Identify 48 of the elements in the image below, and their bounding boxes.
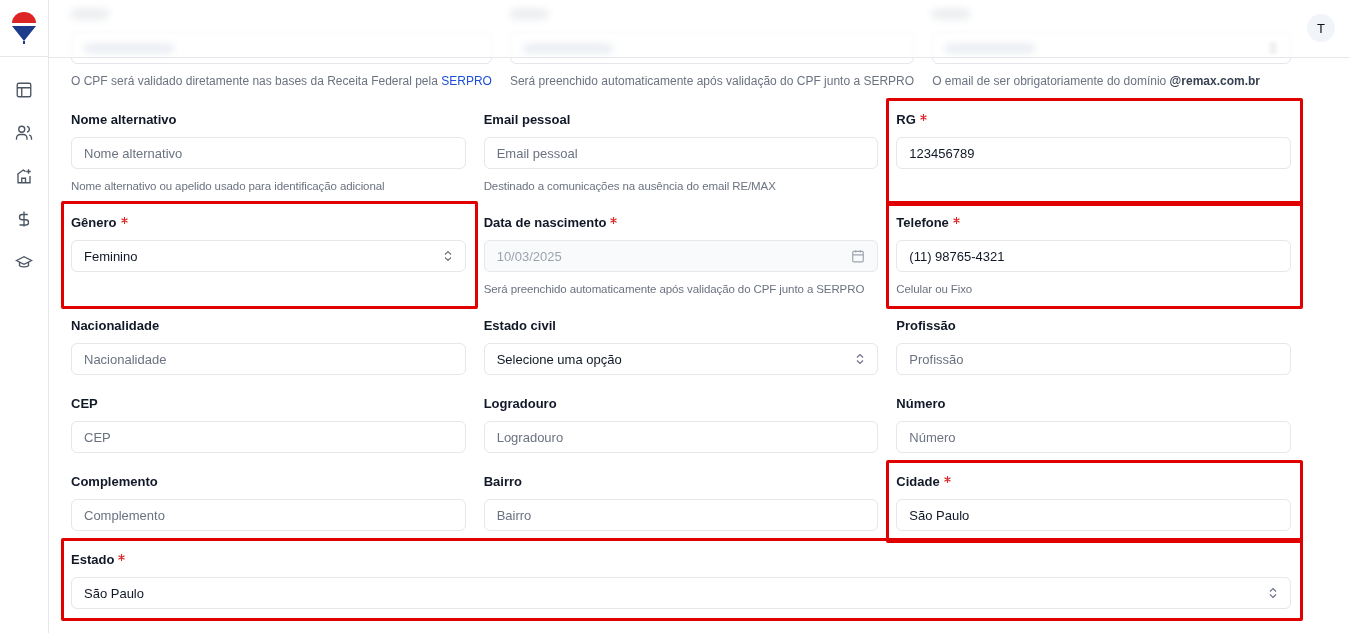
select-field[interactable]: Selecione uma opção	[483, 343, 879, 375]
input-field[interactable]: Nome alternativo	[71, 137, 466, 169]
help-text: Será preenchido automaticamente após validação do CPF junto a SERPRO	[509, 73, 915, 89]
input-field[interactable]: (11) 98765-4321	[896, 240, 1291, 272]
chevron-updown-icon	[442, 250, 453, 262]
layout-icon[interactable]	[15, 81, 33, 99]
select-field[interactable]: São Paulo	[71, 577, 1291, 609]
users-icon[interactable]	[15, 124, 33, 142]
input-field[interactable]: Bairro	[483, 499, 879, 531]
input-field[interactable]: 123456789	[896, 137, 1291, 169]
field-label: Nacionalidade	[71, 317, 160, 335]
input-field[interactable]: CEP	[71, 421, 466, 453]
field-label: Estado	[71, 551, 115, 569]
field-label: Telefone	[896, 214, 949, 232]
field-label: Data de nascimento	[483, 214, 607, 232]
date-field: 10/03/2025	[483, 240, 879, 272]
house-plus-icon[interactable]	[15, 167, 33, 185]
field-label: Estado civil	[483, 317, 556, 335]
field-label: Logradouro	[483, 395, 557, 413]
input-field[interactable]: Nacionalidade	[71, 343, 466, 375]
field-label: Nome alternativo	[71, 111, 177, 129]
field-label: Email pessoal	[483, 111, 571, 129]
field-label: Número	[896, 395, 946, 413]
input-field[interactable]: Complemento	[71, 499, 466, 531]
serpro-link[interactable]: SERPRO	[441, 74, 492, 88]
input-field[interactable]: Profissão	[896, 343, 1291, 375]
select-field[interactable]: Feminino	[71, 240, 466, 272]
help-text: Nome alternativo ou apelido usado para identificação adicional	[71, 179, 386, 194]
help-text: Será preenchido automaticamente após validação do CPF junto a SERPRO	[483, 282, 866, 297]
field-label: CEP	[71, 395, 98, 413]
input-field[interactable]: Email pessoal	[483, 137, 879, 169]
balloon-logo[interactable]	[10, 11, 38, 45]
help-text: O CPF será validado diretamente nas bases da Receita Federal pela SERPRO	[71, 73, 492, 89]
field-label: Gênero	[71, 214, 117, 232]
help-text: Celular ou Fixo	[896, 282, 974, 297]
chevron-updown-icon	[1268, 587, 1278, 599]
field-label: RG	[896, 111, 916, 129]
input-field[interactable]: Logradouro	[483, 421, 879, 453]
field-label: Bairro	[483, 473, 522, 491]
input-field[interactable]: Número	[896, 421, 1291, 453]
field-label: Cidade	[896, 473, 940, 491]
field-label: Complemento	[71, 473, 158, 491]
help-text: O email de ser obrigatoriamente do domínio @remax.com.br	[932, 73, 1261, 89]
chevron-updown-icon	[855, 353, 866, 365]
user-avatar[interactable]: T	[1307, 14, 1335, 42]
input-field[interactable]: São Paulo	[896, 499, 1291, 531]
help-text: Destinado a comunicações na ausência do email RE/MAX	[483, 179, 777, 194]
field-label: Profissão	[896, 317, 956, 335]
